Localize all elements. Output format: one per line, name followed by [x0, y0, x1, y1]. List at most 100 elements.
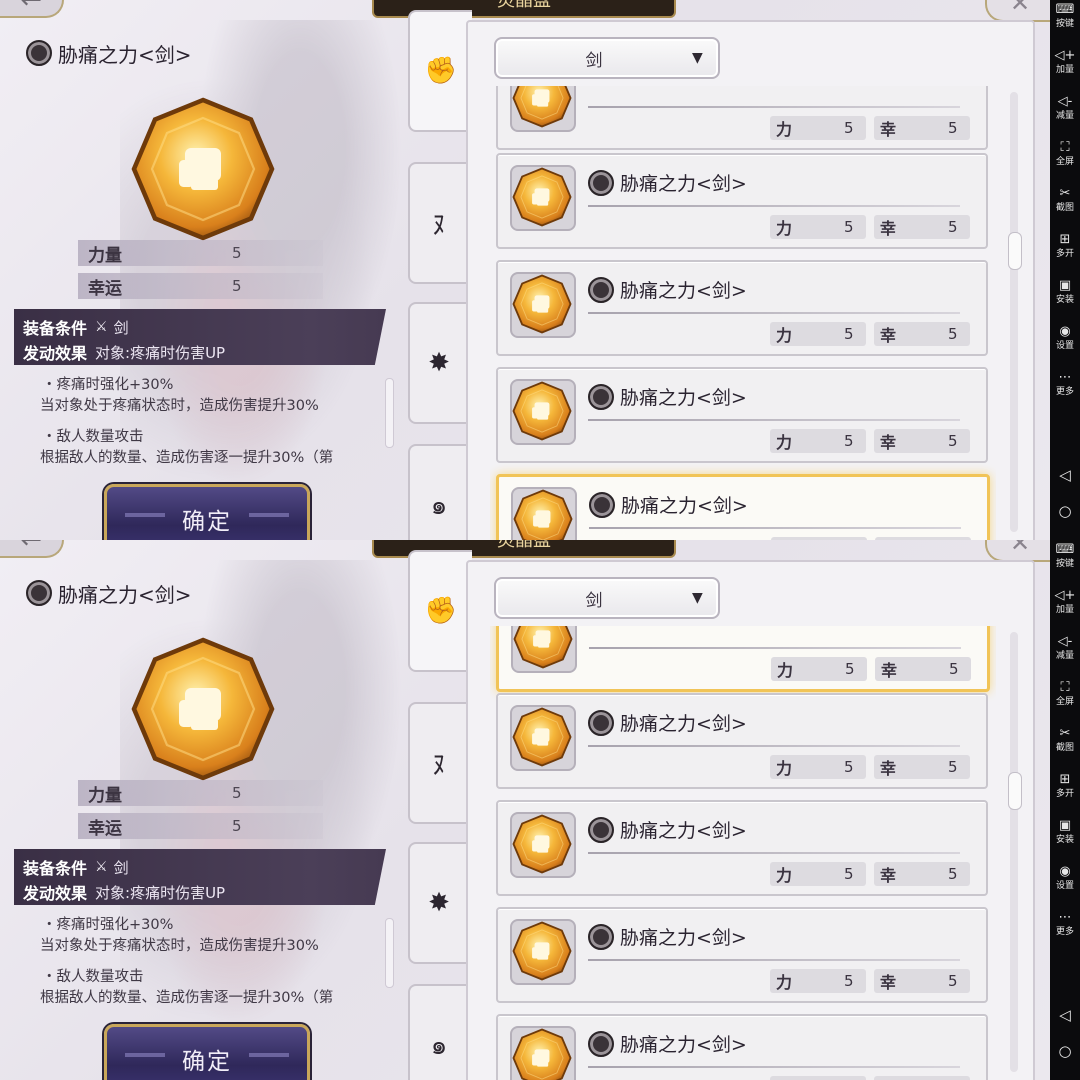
list-scrollbar[interactable]	[1008, 632, 1022, 1072]
toolbar-multi-open-button[interactable]: ⊞ 多开	[1050, 773, 1080, 800]
toolbar-fullscreen-button[interactable]: ⛶ 全屏	[1050, 681, 1080, 708]
toolbar-settings-button[interactable]: ◉ 设置	[1050, 865, 1080, 892]
home-circle-button[interactable]: ○	[1050, 1042, 1080, 1060]
stat-value: 5	[232, 817, 242, 835]
tab-swirl[interactable]: ﾇ	[408, 162, 470, 284]
close-button[interactable]: ✕	[985, 0, 1050, 22]
toolbar-label: 截图	[1055, 203, 1074, 213]
rune-card[interactable]: 胁痛之力<剑> 力 5 幸 5	[496, 800, 988, 896]
toolbar-volume-down-button[interactable]: ◁- 减量	[1050, 95, 1080, 122]
effect-line: ・敌人数量攻击	[42, 429, 144, 445]
detail-gem	[128, 634, 278, 784]
tab-spiral[interactable]: ๑	[408, 444, 470, 540]
rune-card-name: 胁痛之力<剑>	[620, 820, 747, 842]
rune-card[interactable]: 胁痛之力<剑> 力 5 幸 5	[496, 260, 988, 356]
effect-line: 当对象处于疼痛状态时，造成伤害提升30%	[40, 938, 319, 954]
scrollbar-thumb[interactable]	[1008, 772, 1022, 810]
stat-row-luck: 幸运 5	[78, 813, 323, 839]
multi-open-icon: ⊞	[1059, 772, 1071, 787]
amber-gem-icon	[513, 626, 573, 669]
rune-icon	[26, 580, 52, 606]
detail-scrollbar[interactable]	[385, 918, 394, 988]
toolbar-scissors-button[interactable]: ✂ 截图	[1050, 727, 1080, 754]
rune-list: 力 5 幸 5 胁痛之力<剑> 力 5 幸 5 胁痛之力<剑> 力 5 幸 5 …	[490, 626, 996, 1080]
back-triangle-button[interactable]: ◁	[1050, 1006, 1080, 1024]
effect-line: 根据敌人的数量、造成伤害逐一提升30%（第	[40, 450, 334, 466]
close-button[interactable]: ✕	[985, 540, 1050, 562]
stat-key: 力	[776, 866, 793, 885]
stat-label: 幸运	[88, 818, 122, 839]
confirm-button[interactable]: 确定	[104, 484, 310, 540]
rune-thumbnail	[510, 919, 576, 985]
confirm-button[interactable]: 确定	[104, 1024, 310, 1080]
divider	[589, 527, 961, 529]
stat-value: 5	[948, 432, 958, 450]
toolbar-keyboard-button[interactable]: ⌨ 按键	[1050, 3, 1080, 30]
back-triangle-button[interactable]: ◁	[1050, 466, 1080, 484]
toolbar-scissors-button[interactable]: ✂ 截图	[1050, 187, 1080, 214]
stat-pill-luck: 幸 5	[874, 215, 970, 239]
rune-card-title: 胁痛之力<剑>	[588, 383, 747, 410]
list-scrollbar[interactable]	[1008, 92, 1022, 532]
back-button[interactable]: ←	[0, 0, 64, 18]
rune-card[interactable]: 力 5 幸 5	[496, 86, 988, 150]
rune-icon	[588, 816, 614, 843]
toolbar-more-button[interactable]: ⋯ 更多	[1050, 371, 1080, 398]
tab-spiral[interactable]: ๑	[408, 984, 470, 1080]
fist-icon: ✊	[424, 56, 458, 86]
stat-key: 幸	[880, 433, 897, 452]
tab-fist[interactable]: ✊	[408, 10, 472, 132]
toolbar-volume-up-button[interactable]: ◁+ 加量	[1050, 49, 1080, 76]
toolbar-keyboard-button[interactable]: ⌨ 按键	[1050, 543, 1080, 570]
condition-banner: 装备条件 ⚔ 剑 发动效果 对象:疼痛时伤害UP	[14, 309, 386, 365]
toolbar-apk-install-button[interactable]: ▣ 安装	[1050, 819, 1080, 846]
screen-bottom: ← 灵晶盘 ✕ 胁痛之力<剑> 力量 5 幸运 5 装备条件 ⚔ 剑 发动效果 …	[0, 540, 1050, 1080]
scrollbar-thumb[interactable]	[1008, 232, 1022, 270]
rune-card[interactable]: 胁痛之力<剑> 力 5 幸 5	[496, 1014, 988, 1080]
rune-icon	[588, 1030, 614, 1057]
amber-gem-icon	[512, 1028, 572, 1080]
chevron-down-icon: ▼	[692, 590, 703, 606]
toolbar-multi-open-button[interactable]: ⊞ 多开	[1050, 233, 1080, 260]
rune-card-name: 胁痛之力<剑>	[621, 495, 748, 517]
rune-card[interactable]: 胁痛之力<剑> 力 5 幸 5	[496, 153, 988, 249]
toolbar-label: 安装	[1055, 295, 1074, 305]
home-circle-button[interactable]: ○	[1050, 502, 1080, 520]
stat-pill-luck: 幸 5	[874, 755, 970, 779]
toolbar-settings-button[interactable]: ◉ 设置	[1050, 325, 1080, 352]
rune-card-name: 胁痛之力<剑>	[620, 927, 747, 949]
stat-key: 幸	[880, 973, 897, 992]
home-circle-icon: ○	[1058, 1042, 1072, 1060]
back-button[interactable]: ←	[0, 540, 64, 558]
rune-thumbnail	[511, 487, 577, 540]
rune-card[interactable]: 胁痛之力<剑> 力 5 幸 5	[496, 693, 988, 789]
rune-card[interactable]: 胁痛之力<剑> 力 5 幸 5	[496, 907, 988, 1003]
toolbar-more-button[interactable]: ⋯ 更多	[1050, 911, 1080, 938]
tab-star-burst[interactable]: ✸	[408, 842, 470, 964]
stat-pill-luck: 幸 5	[874, 1076, 970, 1080]
rune-icon	[588, 923, 614, 950]
toolbar-volume-up-button[interactable]: ◁+ 加量	[1050, 589, 1080, 616]
stat-value: 5	[948, 325, 958, 343]
tab-fist[interactable]: ✊	[408, 550, 472, 672]
toolbar-apk-install-button[interactable]: ▣ 安装	[1050, 279, 1080, 306]
apk-install-icon: ▣	[1058, 818, 1072, 833]
toolbar-fullscreen-button[interactable]: ⛶ 全屏	[1050, 141, 1080, 168]
condition-value: 剑	[113, 858, 129, 877]
stat-label: 力量	[88, 785, 122, 806]
weapon-filter-dropdown[interactable]: 剑 ▼	[494, 577, 720, 619]
detail-name-text: 胁痛之力<剑>	[58, 582, 192, 607]
rune-card[interactable]: 胁痛之力<剑> 力 5 幸 5	[496, 367, 988, 463]
stat-key: 幸	[880, 326, 897, 345]
stat-key: 力	[776, 433, 793, 452]
weapon-filter-dropdown[interactable]: 剑 ▼	[494, 37, 720, 79]
tab-star-burst[interactable]: ✸	[408, 302, 470, 424]
amber-gem-icon	[513, 489, 573, 540]
rune-card[interactable]: 力 5 幸 5	[496, 626, 990, 692]
detail-scrollbar[interactable]	[385, 378, 394, 448]
tab-swirl[interactable]: ﾇ	[408, 702, 470, 824]
toolbar-volume-down-button[interactable]: ◁- 减量	[1050, 635, 1080, 662]
stat-pill-strength: 力 5	[770, 969, 866, 993]
rune-thumbnail	[510, 165, 576, 231]
rune-card[interactable]: 胁痛之力<剑> 力 5 幸 5	[496, 474, 990, 540]
